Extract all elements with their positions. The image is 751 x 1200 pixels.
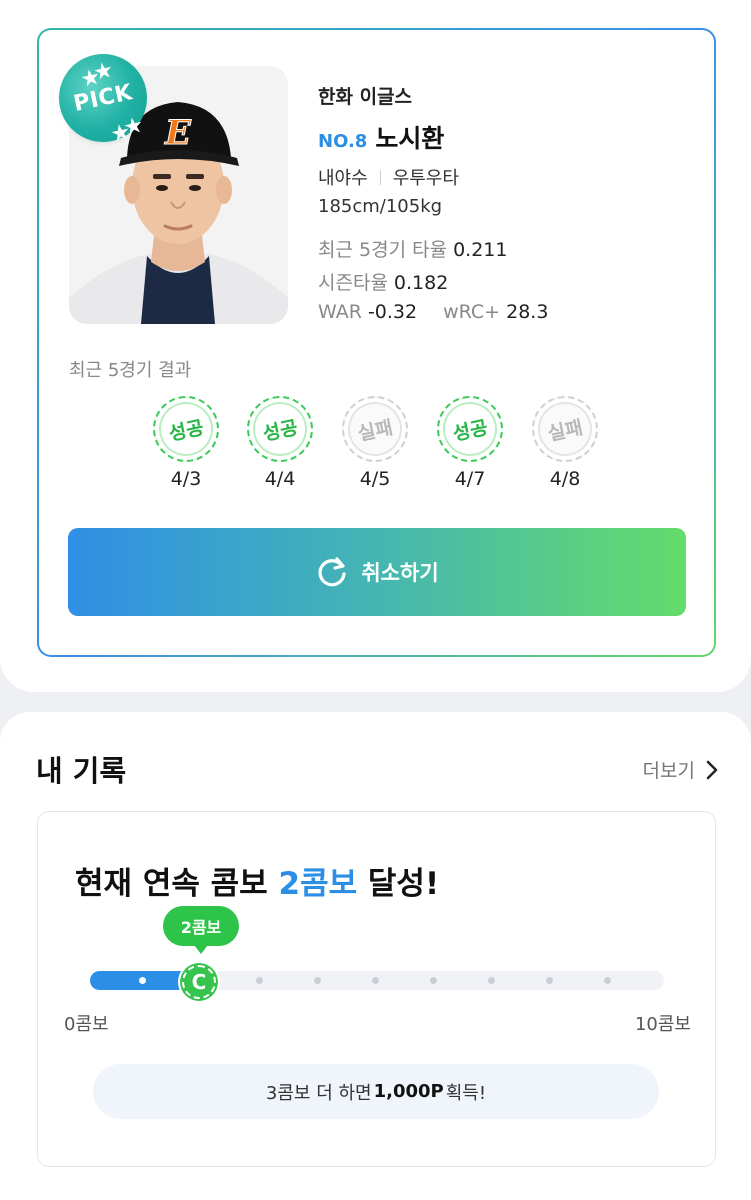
result-date: 4/5 xyxy=(359,468,391,490)
recent-results-title: 최근 5경기 결과 xyxy=(69,360,192,381)
result-date: 4/7 xyxy=(454,468,486,490)
player-physical: 185cm/105kg xyxy=(318,196,443,217)
star-icon: ★ xyxy=(91,57,117,87)
stat-value: 28.3 xyxy=(506,301,549,323)
progress-dot xyxy=(139,977,146,984)
player-position: 내야수 xyxy=(318,168,368,189)
stat-value: 0.211 xyxy=(453,239,508,261)
result-stamp: 성공 xyxy=(240,389,320,469)
progress-dot xyxy=(256,977,263,984)
player-info: 한화 이글스 NO.8 노시환 내야수 우투우타 185cm/105kg 최근 … xyxy=(318,82,698,323)
stat-season: 시즌타율 0.182 xyxy=(318,268,698,295)
reward-points: 1,000P xyxy=(373,1081,444,1102)
pick-section: E ★ ★ PICK ★ ★ 한화 이글스 NO.8 노시환 내야수 우투우타 … xyxy=(0,0,751,692)
result-stamp: 실패 xyxy=(525,389,605,469)
result-item: 성공 4/4 xyxy=(240,389,320,490)
cancel-button-label: 취소하기 xyxy=(361,561,439,585)
pick-badge: ★ ★ PICK ★ ★ xyxy=(50,45,156,151)
stat-recent5: 최근 5경기 타율 0.211 xyxy=(318,235,698,262)
cancel-button[interactable]: 취소하기 xyxy=(68,528,686,616)
current-combo-bubble: 2콤보 xyxy=(163,906,239,954)
section-title: 내 기록 xyxy=(36,754,127,788)
combo-title: 현재 연속 콤보 2콤보 달성! xyxy=(75,866,440,902)
refresh-icon xyxy=(318,557,346,587)
range-min: 0콤보 xyxy=(64,1014,109,1035)
stat-label: wRC+ xyxy=(443,301,501,323)
player-number: NO.8 xyxy=(318,131,368,152)
stat-advanced: WAR -0.32 wRC+ 28.3 xyxy=(318,301,698,323)
stat-label: 시즌타율 xyxy=(318,272,388,294)
result-item: 성공 4/3 xyxy=(146,389,226,490)
player-meta: 내야수 우투우타 xyxy=(318,164,698,190)
result-stamp: 성공 xyxy=(146,389,226,469)
result-item: 실패 4/8 xyxy=(525,389,605,490)
progress-dot xyxy=(488,977,495,984)
result-date: 4/3 xyxy=(170,468,202,490)
reward-info: 3콤보 더 하면 1,000P 획득! xyxy=(93,1064,659,1119)
player-name: 노시환 xyxy=(375,124,445,153)
svg-text:E: E xyxy=(164,113,192,153)
stat-label: 최근 5경기 타율 xyxy=(318,239,448,261)
combo-progress-track xyxy=(90,971,664,990)
result-item: 실패 4/5 xyxy=(335,389,415,490)
star-icon: ★ xyxy=(121,112,147,142)
progress-dot xyxy=(430,977,437,984)
progress-dot xyxy=(546,977,553,984)
team-name: 한화 이글스 xyxy=(318,86,413,108)
stat-value: -0.32 xyxy=(367,301,418,323)
combo-highlight: 2콤보 xyxy=(278,866,358,902)
result-item: 성공 4/7 xyxy=(430,389,510,490)
combo-marker-icon: C xyxy=(182,965,216,999)
my-record-section: 내 기록 더보기 현재 연속 콤보 2콤보 달성! 2콤보 C 0콤보 10콤보 xyxy=(0,712,751,1200)
divider xyxy=(379,169,381,185)
progress-dot xyxy=(314,977,321,984)
more-link-label: 더보기 xyxy=(642,760,695,782)
player-card: E ★ ★ PICK ★ ★ 한화 이글스 NO.8 노시환 내야수 우투우타 … xyxy=(37,28,716,657)
pick-badge-label: PICK xyxy=(71,79,135,117)
stat-value: 0.182 xyxy=(393,272,449,294)
progress-dot xyxy=(372,977,379,984)
recent-results: 성공 4/3 성공 4/4 실패 4/5 성공 4/7 실패 4/8 xyxy=(146,389,606,496)
combo-marker: C xyxy=(178,961,220,1003)
result-stamp: 실패 xyxy=(335,389,415,469)
name-row: NO.8 노시환 xyxy=(318,119,698,155)
result-date: 4/8 xyxy=(549,468,581,490)
player-stats: 최근 5경기 타율 0.211 시즌타율 0.182 WAR -0.32 wRC+ 28.… xyxy=(318,235,698,323)
stat-label: WAR xyxy=(318,301,362,323)
player-bats-throws: 우투우타 xyxy=(392,168,459,189)
progress-dot xyxy=(604,977,611,984)
combo-card: 현재 연속 콤보 2콤보 달성! 2콤보 C 0콤보 10콤보 3콤보 더 하면… xyxy=(37,811,716,1167)
result-date: 4/4 xyxy=(264,468,296,490)
result-stamp: 성공 xyxy=(430,389,510,469)
more-link[interactable]: 더보기 xyxy=(643,756,719,783)
range-max: 10콤보 xyxy=(634,1014,691,1035)
chevron-right-icon xyxy=(706,760,718,779)
